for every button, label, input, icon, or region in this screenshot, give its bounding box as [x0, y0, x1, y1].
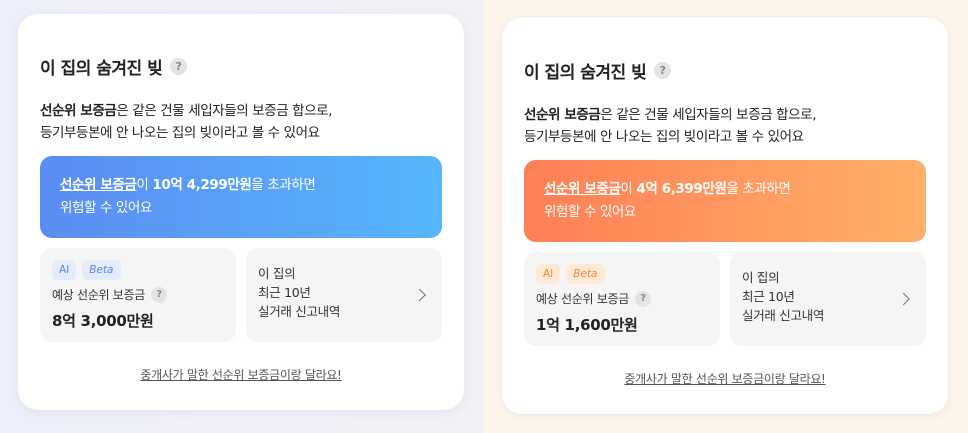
- transaction-history-tile[interactable]: 이 집의 최근 10년 실거래 신고내역: [730, 252, 926, 346]
- risk-banner: 선순위 보증금이 10억 4,299만원을 초과하면 위험할 수 있어요: [40, 156, 442, 238]
- banner-text-mid: 이: [136, 177, 153, 193]
- question-mark-icon[interactable]: ?: [654, 61, 672, 79]
- card-header: 이 집의 숨겨진 빚 ?: [40, 54, 442, 79]
- hidden-debt-card: 이 집의 숨겨진 빚 ? 선순위 보증금은 같은 건물 세입자들의 보증금 합으…: [18, 14, 464, 410]
- different-deposit-link[interactable]: 중개사가 말한 선순위 보증금이랑 달라요!: [40, 366, 442, 383]
- description-rest: 은 같은 건물 세입자들의 보증금 합으로,: [600, 107, 817, 123]
- description-line2: 등기부등본에 안 나오는 집의 빚이라고 볼 수 있어요: [40, 125, 320, 141]
- risk-banner: 선순위 보증금이 4억 6,399만원을 초과하면 위험할 수 있어요: [524, 160, 926, 242]
- hidden-debt-card: 이 집의 숨겨진 빚 ? 선순위 보증금은 같은 건물 세입자들의 보증금 합으…: [502, 18, 948, 414]
- transaction-history-tile[interactable]: 이 집의 최근 10년 실거래 신고내역: [246, 248, 442, 342]
- senior-deposit-link[interactable]: 선순위 보증금: [544, 181, 621, 197]
- banner-text-after: 을 초과하면: [726, 181, 791, 197]
- beta-badge: Beta: [566, 264, 605, 284]
- right-panel: 이 집의 숨겨진 빚 ? 선순위 보증금은 같은 건물 세입자들의 보증금 합으…: [484, 0, 968, 433]
- history-line3: 실거래 신고내역: [258, 304, 341, 319]
- estimate-label: 예상 선순위 보증금: [536, 292, 629, 306]
- banner-amount: 4억 6,399만원: [636, 181, 727, 197]
- estimate-value: 1억 1,600만원: [536, 316, 638, 334]
- card-header: 이 집의 숨겨진 빚 ?: [524, 58, 926, 83]
- left-panel: 이 집의 숨겨진 빚 ? 선순위 보증금은 같은 건물 세입자들의 보증금 합으…: [0, 0, 484, 433]
- question-mark-icon[interactable]: ?: [150, 286, 167, 303]
- description: 선순위 보증금은 같은 건물 세입자들의 보증금 합으로, 등기부등본에 안 나…: [40, 100, 442, 144]
- ai-badge: AI: [52, 260, 77, 280]
- senior-deposit-link[interactable]: 선순위 보증금: [60, 177, 137, 193]
- badges: AI Beta: [536, 264, 708, 284]
- banner-line2: 위험할 수 있어요: [544, 204, 636, 220]
- description: 선순위 보증금은 같은 건물 세입자들의 보증금 합으로, 등기부등본에 안 나…: [524, 104, 926, 148]
- description-line2: 등기부등본에 안 나오는 집의 빚이라고 볼 수 있어요: [524, 129, 804, 145]
- estimate-tile: AI Beta 예상 선순위 보증금 ? 1억 1,600만원: [524, 252, 720, 346]
- info-tiles: AI Beta 예상 선순위 보증금 ? 1억 1,600만원 이 집의 최근 …: [524, 252, 926, 346]
- estimate-label: 예상 선순위 보증금: [52, 288, 145, 302]
- banner-line2: 위험할 수 있어요: [60, 200, 152, 216]
- history-line2: 최근 10년: [258, 285, 311, 300]
- info-tiles: AI Beta 예상 선순위 보증금 ? 8억 3,000만원 이 집의 최근 …: [40, 248, 442, 342]
- history-line2: 최근 10년: [742, 289, 795, 304]
- banner-text-mid: 이: [620, 181, 637, 197]
- description-bold: 선순위 보증금: [40, 103, 117, 119]
- estimate-label-row: 예상 선순위 보증금 ?: [52, 286, 224, 303]
- estimate-label-row: 예상 선순위 보증금 ?: [536, 290, 708, 307]
- question-mark-icon[interactable]: ?: [170, 57, 188, 75]
- card-title: 이 집의 숨겨진 빚: [40, 58, 163, 79]
- estimate-tile: AI Beta 예상 선순위 보증금 ? 8억 3,000만원: [40, 248, 236, 342]
- ai-badge: AI: [536, 264, 561, 284]
- description-bold: 선순위 보증금: [524, 107, 601, 123]
- banner-amount: 10억 4,299만원: [152, 177, 252, 193]
- question-mark-icon[interactable]: ?: [634, 290, 651, 307]
- card-title: 이 집의 숨겨진 빚: [524, 62, 647, 83]
- beta-badge: Beta: [82, 260, 121, 280]
- history-line1: 이 집의: [742, 270, 780, 285]
- badges: AI Beta: [52, 260, 224, 280]
- estimate-value: 8억 3,000만원: [52, 312, 154, 330]
- description-rest: 은 같은 건물 세입자들의 보증금 합으로,: [116, 103, 333, 119]
- different-deposit-link[interactable]: 중개사가 말한 선순위 보증금이랑 달라요!: [524, 370, 926, 387]
- history-line3: 실거래 신고내역: [742, 308, 825, 323]
- banner-text-after: 을 초과하면: [251, 177, 316, 193]
- history-line1: 이 집의: [258, 266, 296, 281]
